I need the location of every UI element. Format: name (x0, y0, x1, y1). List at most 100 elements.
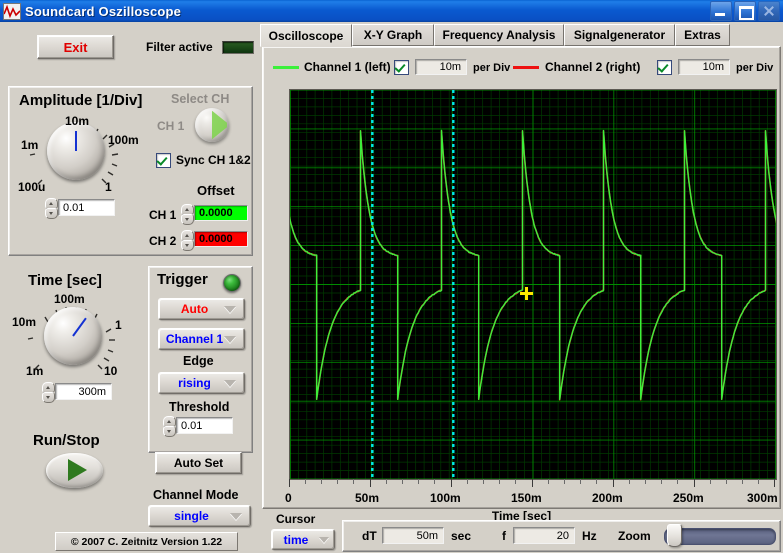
amplitude-value-input[interactable]: 0.01 (58, 199, 115, 216)
run-stop-button[interactable] (46, 453, 103, 488)
auto-set-label: Auto Set (173, 456, 224, 470)
offset-ch1-label: CH 1 (149, 208, 177, 222)
maximize-icon[interactable] (734, 1, 756, 21)
oscilloscope-graph-panel: Channel 1 (left) 10m per Div Channel 2 (… (262, 46, 781, 523)
time-tick-10m: 10m (12, 315, 37, 329)
trigger-mode-value: Auto (180, 302, 209, 316)
chevron-down-icon (230, 513, 242, 520)
trigger-edge-dropdown[interactable]: rising (158, 372, 245, 394)
channel-2-checkbox[interactable] (657, 60, 672, 75)
threshold-stepper[interactable] (163, 416, 176, 437)
threshold-input[interactable]: 0.01 (176, 417, 233, 434)
offset-ch2-value[interactable]: 0.0000 (194, 231, 248, 247)
cursor-label: Cursor (276, 512, 316, 526)
offset-ch1-value[interactable]: 0.0000 (194, 205, 248, 221)
amplitude-stepper[interactable] (45, 198, 58, 219)
tab-label: Frequency Analysis (442, 28, 556, 42)
channel-2-label: Channel 2 (right) (545, 60, 641, 74)
tab-xy-graph[interactable]: X-Y Graph (352, 24, 434, 46)
trigger-mode-dropdown[interactable]: Auto (158, 298, 245, 320)
channel-1-per-div-label: per Div (473, 62, 511, 74)
amplitude-knob[interactable] (47, 122, 105, 180)
trigger-source-dropdown[interactable]: Channel 1 (158, 328, 245, 350)
amplitude-panel: Amplitude [1/Div] 10m 1m 100m 100u 1 0.0… (8, 86, 253, 256)
window-title: Soundcard Oszilloscope (25, 3, 182, 19)
time-tick-100m: 100m (54, 292, 85, 306)
application-window: Soundcard Oszilloscope Exit Filter activ… (0, 0, 783, 553)
tab-label: Extras (684, 28, 721, 42)
close-icon[interactable] (758, 1, 780, 21)
exit-button[interactable]: Exit (37, 35, 114, 59)
x-axis-ticks (289, 479, 775, 487)
select-ch-label: Select CH (171, 92, 230, 106)
play-icon (68, 459, 87, 481)
amplitude-tick-10m: 10m (65, 114, 90, 128)
chevron-down-icon (319, 536, 329, 543)
minimize-icon[interactable] (710, 1, 732, 21)
offset-ch1-stepper[interactable] (181, 204, 194, 225)
window-buttons (710, 1, 783, 21)
tab-oscilloscope[interactable]: Oscilloscope (260, 24, 352, 47)
cursor-status-bar: Cursor time dT 50m sec f 20 Hz Zoom (262, 510, 781, 552)
amplitude-tick-100m: 100m (108, 133, 139, 147)
frequency-label: f (502, 529, 506, 543)
zoom-slider-thumb[interactable] (667, 524, 682, 547)
offset-ch2-label: CH 2 (149, 234, 177, 248)
amplitude-knob-needle (75, 131, 77, 151)
cursor-mode-dropdown[interactable]: time (271, 529, 335, 550)
amplitude-tick-1m: 1m (21, 138, 39, 152)
channel-mode-dropdown[interactable]: single (148, 505, 251, 527)
tab-label: X-Y Graph (363, 28, 423, 42)
offset-label: Offset (197, 183, 235, 198)
time-title: Time [sec] (28, 272, 102, 289)
copyright-label: © 2007 C. Zeitnitz Version 1.22 (55, 532, 238, 551)
trigger-title: Trigger (157, 271, 208, 288)
cursor-mode-value: time (283, 532, 309, 547)
time-tick-1m: 1m (26, 364, 44, 378)
edge-label: Edge (183, 354, 214, 368)
tab-extras[interactable]: Extras (675, 24, 730, 46)
x-tick-200m: 200m (592, 491, 623, 505)
x-tick-250m: 250m (673, 491, 704, 505)
title-bar: Soundcard Oszilloscope (0, 0, 783, 22)
select-ch-pointer (212, 110, 227, 140)
sync-ch-label: Sync CH 1&2 (176, 153, 251, 167)
exit-button-label: Exit (63, 39, 88, 55)
channel-1-checkbox[interactable] (394, 60, 409, 75)
amplitude-tick-100u: 100u (18, 180, 46, 194)
filter-active-indicator (222, 41, 254, 54)
channel-2-color-swatch (513, 66, 539, 69)
tab-signalgenerator[interactable]: Signalgenerator (564, 24, 675, 46)
chevron-down-icon (224, 306, 236, 313)
frequency-unit: Hz (582, 529, 597, 543)
time-knob[interactable] (44, 307, 102, 365)
frequency-value[interactable]: 20 (513, 527, 575, 544)
trigger-edge-value: rising (178, 376, 211, 390)
filter-active-label: Filter active (146, 40, 213, 54)
time-tick-1: 1 (115, 318, 122, 332)
time-knob-needle (72, 317, 87, 337)
tab-label: Oscilloscope (268, 28, 344, 43)
x-tick-150m: 150m (511, 491, 542, 505)
trigger-panel: Trigger Auto Channel 1 Edge rising Thres… (148, 266, 253, 453)
time-stepper[interactable] (42, 382, 55, 403)
amplitude-title: Amplitude [1/Div] (19, 92, 143, 109)
offset-ch2-stepper[interactable] (181, 230, 194, 251)
channel-1-label: Channel 1 (left) (304, 60, 391, 74)
trigger-led (223, 274, 241, 292)
waveform-plot[interactable] (289, 89, 777, 480)
select-ch-knob[interactable] (195, 108, 229, 142)
waveform-icon (3, 2, 21, 20)
dT-value[interactable]: 50m (382, 527, 444, 544)
tab-frequency-analysis[interactable]: Frequency Analysis (434, 24, 564, 46)
channel-1-per-div-input[interactable]: 10m (415, 59, 467, 75)
channel-mode-value: single (174, 509, 209, 523)
time-tick-10: 10 (104, 364, 118, 378)
auto-set-button[interactable]: Auto Set (155, 452, 242, 474)
dT-label: dT (362, 529, 377, 543)
channel-1-color-swatch (273, 66, 299, 69)
chevron-down-icon (224, 380, 236, 387)
channel-2-per-div-input[interactable]: 10m (678, 59, 730, 75)
sync-ch-checkbox[interactable] (156, 153, 171, 168)
time-value-input[interactable]: 300m (55, 383, 112, 400)
